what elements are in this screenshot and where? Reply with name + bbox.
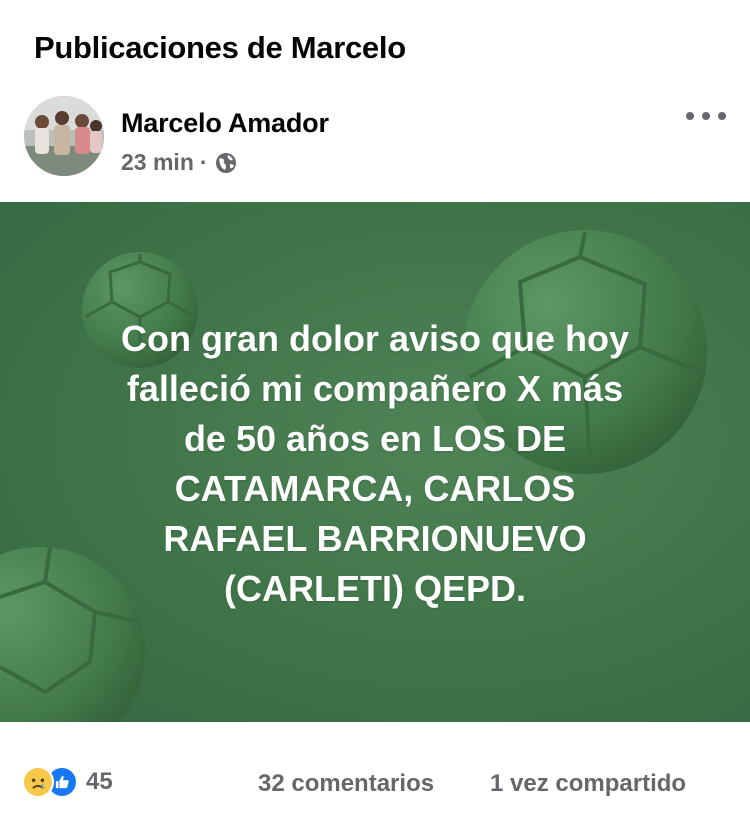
post-time[interactable]: 23 min	[121, 149, 194, 176]
post-footer: 45 32 comentarios 1 vez compartido	[0, 760, 750, 808]
avatar-photo	[24, 96, 104, 176]
globe-icon	[215, 152, 236, 173]
post-text: Con gran dolor aviso que hoy falleció mi…	[120, 318, 630, 609]
shares-link[interactable]: 1 vez compartido	[490, 770, 686, 798]
reactions-summary[interactable]: 45	[22, 766, 113, 798]
reaction-count: 45	[86, 768, 113, 795]
meta-separator: ·	[199, 149, 208, 175]
avatar[interactable]	[24, 96, 104, 176]
comments-link[interactable]: 32 comentarios	[258, 770, 434, 798]
post-meta: 23 min ·	[121, 149, 238, 176]
author-name[interactable]: Marcelo Amador	[121, 108, 329, 139]
page-title: Publicaciones de Marcelo	[34, 30, 406, 65]
more-options-icon[interactable]	[686, 104, 726, 128]
post-header: Marcelo Amador 23 min ·	[24, 96, 726, 180]
post-background-image[interactable]: Con gran dolor aviso que hoy falleció mi…	[0, 202, 750, 722]
sad-icon	[22, 766, 54, 798]
